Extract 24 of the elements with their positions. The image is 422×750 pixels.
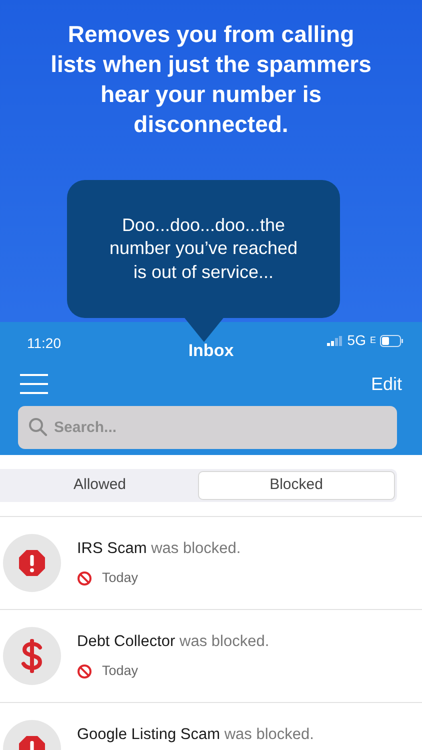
message-text: Debt Collector was blocked. bbox=[77, 632, 270, 652]
battery-icon bbox=[380, 334, 404, 346]
network-suffix: E bbox=[370, 334, 376, 347]
warning-octagon-icon bbox=[18, 549, 46, 577]
message-text: Google Listing Scam was blocked. bbox=[77, 725, 314, 745]
search-icon bbox=[28, 417, 48, 437]
status-time: 11:20 bbox=[27, 334, 61, 353]
screen-title: Inbox bbox=[188, 340, 234, 362]
segment-tab[interactable]: Blocked bbox=[198, 471, 395, 500]
blocked-icon bbox=[77, 664, 92, 679]
message-text: IRS Scam was blocked. bbox=[77, 539, 241, 559]
segment-tab[interactable]: Allowed bbox=[2, 471, 198, 500]
edit-link[interactable]: Edit bbox=[370, 370, 402, 398]
headline: Removes you from calling lists when just the spammers hear your number is disconnected. bbox=[50, 20, 372, 139]
speech-bubble: Doo...doo...doo...the number you’ve reached is out of service... bbox=[67, 180, 340, 318]
message-time: Today bbox=[102, 569, 138, 588]
dollar-icon bbox=[20, 638, 44, 674]
menu-button[interactable] bbox=[20, 372, 48, 396]
search-field[interactable]: Search... bbox=[18, 406, 397, 449]
message-time: Today bbox=[102, 662, 138, 680]
signal-icon bbox=[327, 336, 344, 346]
blocked-icon bbox=[77, 570, 92, 586]
bubble-tail bbox=[183, 316, 225, 342]
network-label: 5G bbox=[347, 331, 366, 350]
